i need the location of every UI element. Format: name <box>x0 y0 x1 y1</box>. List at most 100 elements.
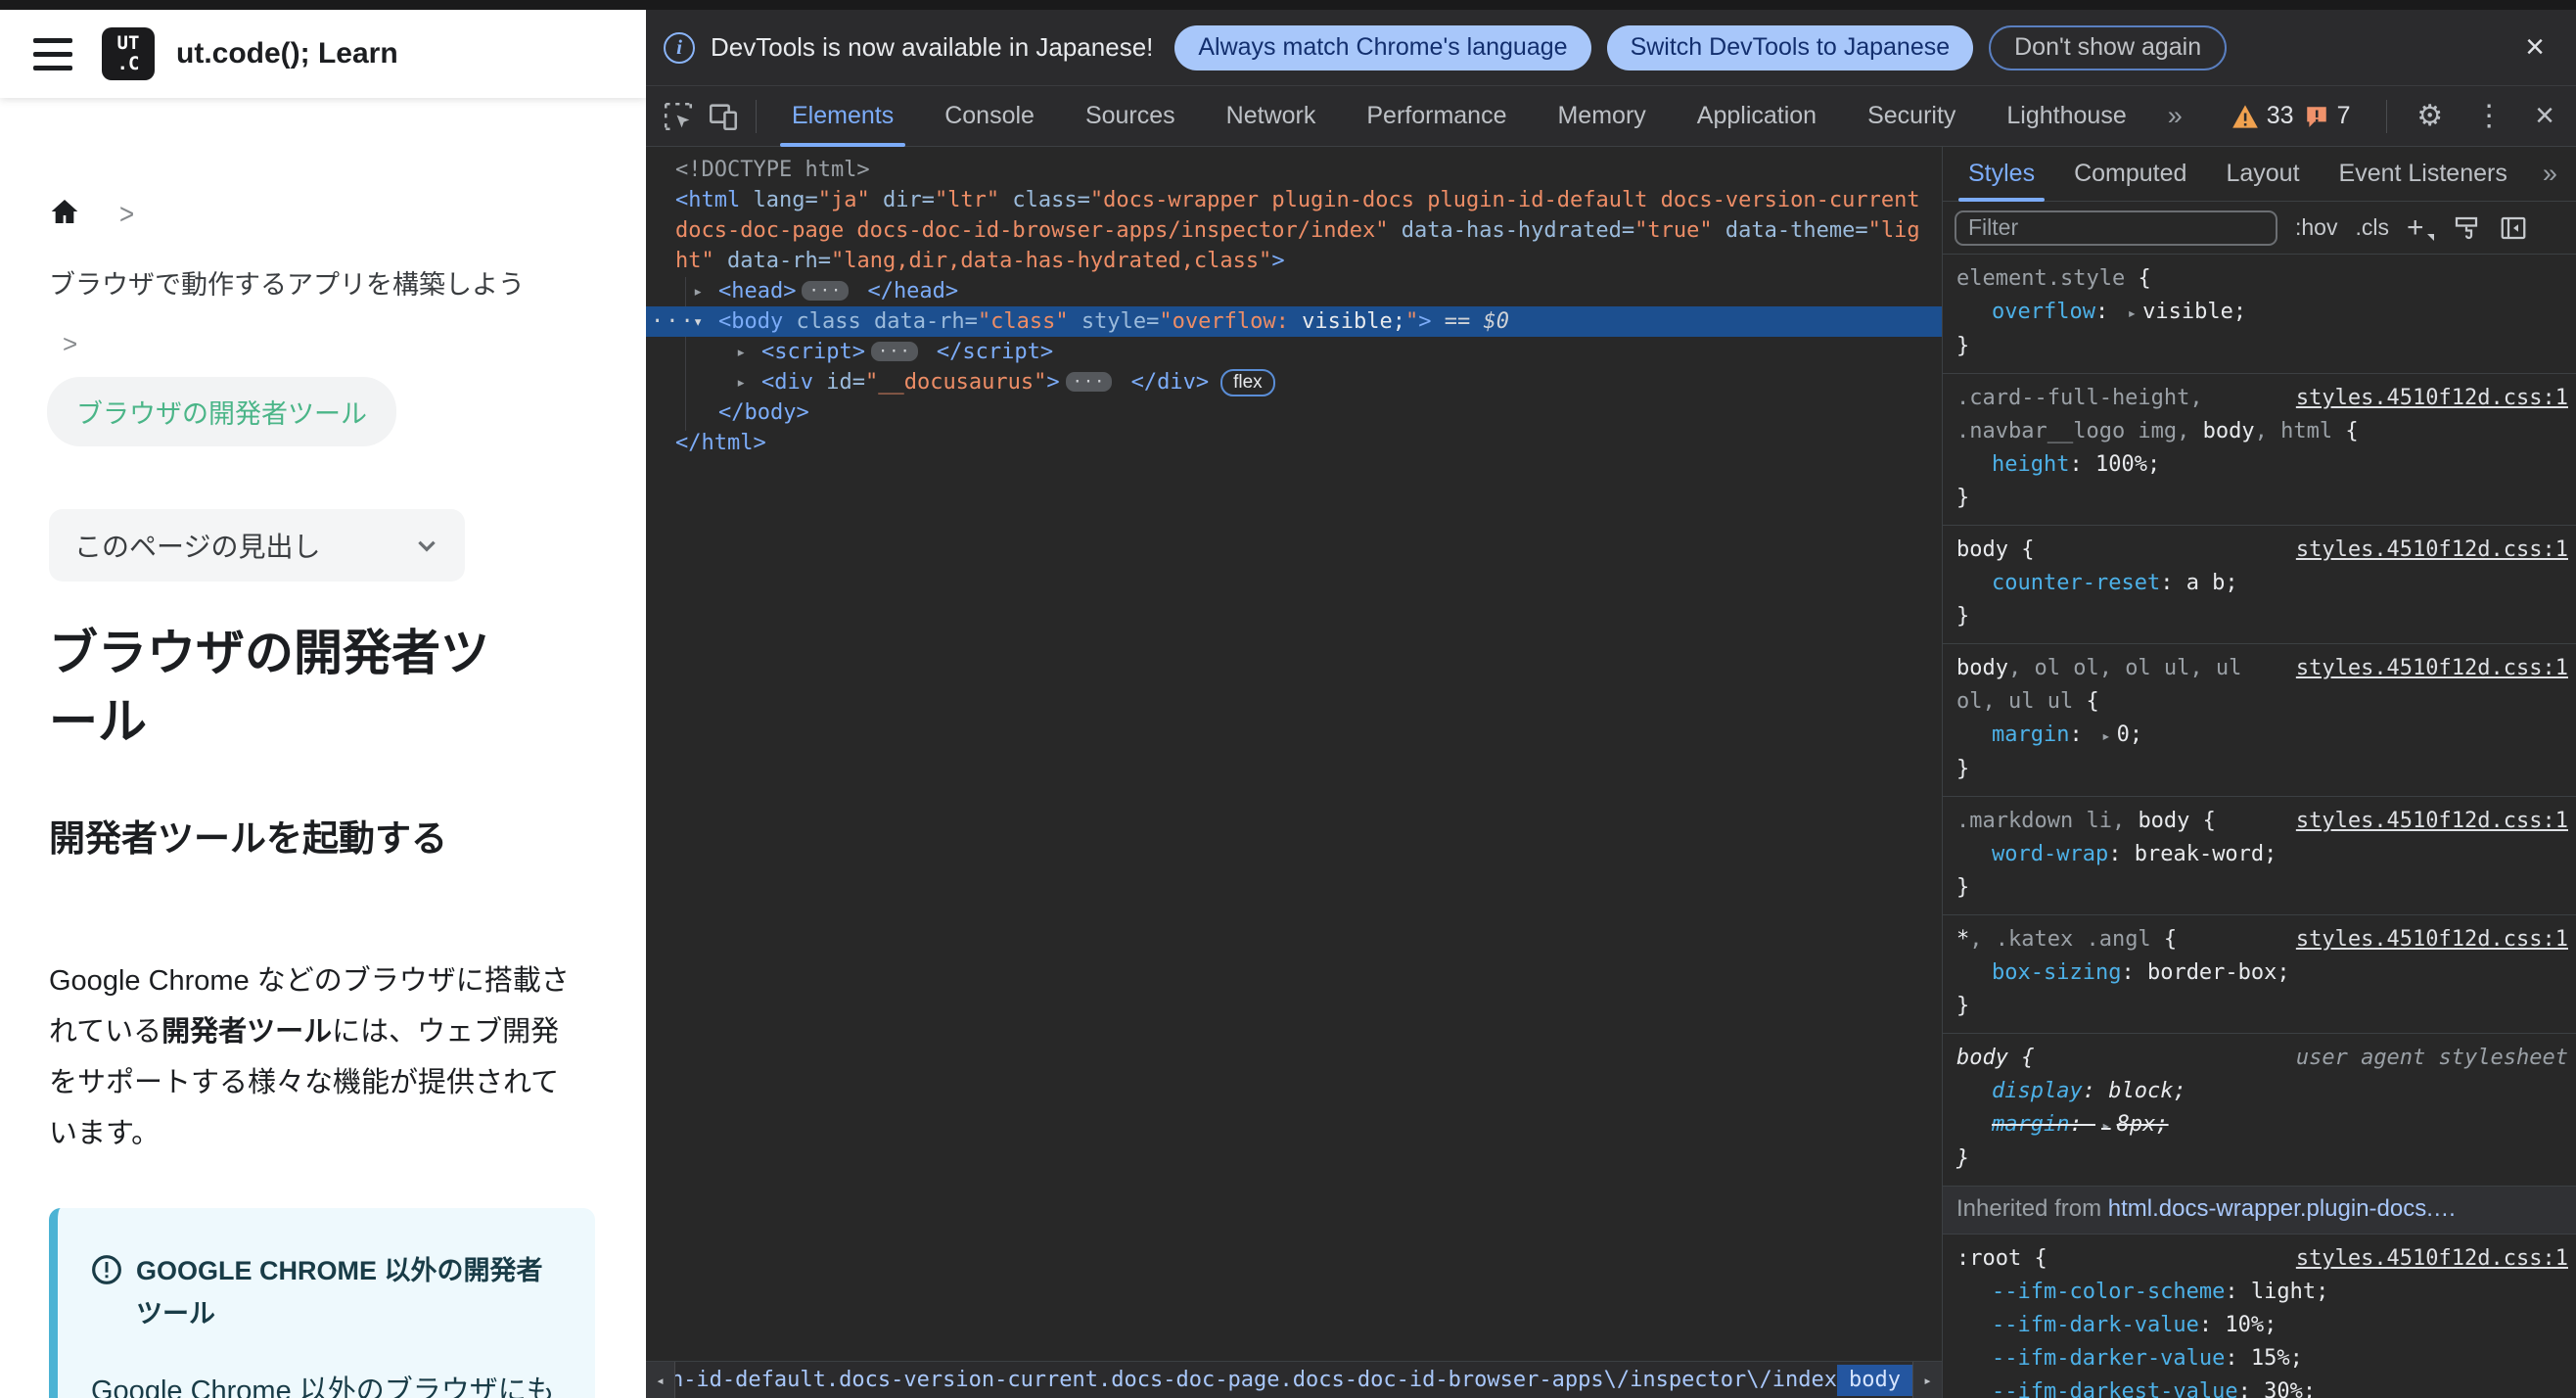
css-declaration[interactable]: --ifm-darker-value: 15%; <box>1956 1342 2568 1375</box>
kebab-menu-icon[interactable]: ⋮ <box>2462 99 2515 133</box>
tab-lighthouse[interactable]: Lighthouse <box>1981 86 2151 147</box>
logo-text-bottom: .C <box>116 53 140 74</box>
sidebar-tab-layout[interactable]: Layout <box>2206 147 2319 202</box>
tab-sources[interactable]: Sources <box>1060 86 1201 147</box>
issues-count[interactable]: 7 <box>2304 102 2350 130</box>
caret-collapsed-icon[interactable]: ▸ <box>693 277 703 307</box>
new-style-rule-icon[interactable]: + <box>2407 211 2434 245</box>
css-rule: user agent stylesheet body {display: bloc… <box>1943 1034 2576 1187</box>
toggle-hover-state[interactable]: :hov <box>2295 214 2337 241</box>
css-declaration[interactable]: margin: ▸ 8px; <box>1956 1108 2568 1142</box>
toc-toggle[interactable]: このページの見出し <box>49 509 465 582</box>
more-tabs-icon[interactable]: » <box>2152 101 2198 131</box>
code-segment: </head> <box>854 279 959 303</box>
code-segment: <!DOCTYPE html> <box>675 158 870 182</box>
warnings-count[interactable]: 33 <box>2231 102 2294 130</box>
doc-paragraph: Google Chrome などのブラウザに搭載されている開発者ツールには、ウェ… <box>49 965 570 1149</box>
dom-node[interactable]: ▸ <head> ··· </head> <box>646 276 1942 306</box>
breadcrumb-forward-icon[interactable]: ▸ <box>1912 1362 1942 1398</box>
tab-performance[interactable]: Performance <box>1341 86 1532 147</box>
breadcrumb-selected-node[interactable]: body <box>1837 1364 1912 1396</box>
css-rule: styles.4510f12d.css:1:root {--ifm-color-… <box>1943 1235 2576 1398</box>
dom-node-selected[interactable]: ··· ▾ <body class data-rh="class" style="o… <box>646 306 1942 337</box>
match-language-button[interactable]: Always match Chrome's language <box>1174 24 1591 70</box>
breadcrumb-current[interactable]: ブラウザの開発者ツール <box>47 377 396 446</box>
node-menu-icon[interactable]: ··· <box>651 306 696 337</box>
caret-collapsed-icon[interactable]: ▸ <box>736 368 746 398</box>
toolbar-separator <box>2386 99 2388 133</box>
tab-network[interactable]: Network <box>1201 86 1342 147</box>
dom-node[interactable]: </html> <box>646 428 1942 458</box>
tab-security[interactable]: Security <box>1842 86 1981 147</box>
code-segment: style= <box>1068 309 1160 334</box>
dom-node[interactable]: <html lang="ja" dir="ltr" class="docs-wr… <box>646 185 1942 276</box>
breadcrumb-link[interactable]: ブラウザで動作するアプリを構築しよう <box>49 263 597 302</box>
dom-node[interactable]: ▸ <script> ··· </script> <box>646 337 1942 367</box>
notification-close-icon[interactable]: × <box>2511 28 2558 67</box>
stylesheet-link[interactable]: styles.4510f12d.css:1 <box>2296 1242 2568 1276</box>
expand-inline-icon[interactable]: ··· <box>1065 372 1113 392</box>
switch-japanese-button[interactable]: Switch DevTools to Japanese <box>1606 24 1974 70</box>
stylesheet-link[interactable]: styles.4510f12d.css:1 <box>2296 382 2568 415</box>
devtools-close-icon[interactable]: × <box>2523 97 2566 135</box>
tab-console[interactable]: Console <box>919 86 1060 147</box>
stylesheet-link[interactable]: styles.4510f12d.css:1 <box>2296 652 2568 685</box>
css-declaration[interactable]: height: 100%; <box>1956 448 2568 482</box>
styles-filter-input[interactable] <box>1955 210 2277 246</box>
settings-gear-icon[interactable]: ⚙ <box>2405 99 2455 133</box>
collapse-panel-icon[interactable] <box>2499 213 2528 243</box>
code-segment: dir= <box>869 188 935 212</box>
css-declaration[interactable]: counter-reset: a b; <box>1956 567 2568 600</box>
code-segment: <html <box>675 188 741 212</box>
caret-expanded-icon[interactable]: ▾ <box>693 307 703 338</box>
css-declaration[interactable]: --ifm-darkest-value: 30%; <box>1956 1375 2568 1398</box>
dom-node[interactable]: ▸ <div id="__docusaurus"> ··· </div> flex <box>646 367 1942 397</box>
breadcrumb-back-icon[interactable]: ◂ <box>646 1362 675 1398</box>
device-toolbar-icon[interactable] <box>701 97 746 136</box>
css-declaration[interactable]: overflow: ▸ visible; <box>1956 296 2568 330</box>
code-segment: "overflow: <box>1159 309 1289 334</box>
code-segment: "true" <box>1634 218 1713 243</box>
tab-elements[interactable]: Elements <box>766 86 919 147</box>
expand-value-icon[interactable]: ▸ <box>2101 1116 2111 1135</box>
css-declaration[interactable]: --ifm-color-scheme: light; <box>1956 1276 2568 1309</box>
caret-collapsed-icon[interactable]: ▸ <box>736 338 746 368</box>
css-declaration[interactable]: box-sizing: border-box; <box>1956 956 2568 990</box>
code-segment: " <box>1405 309 1419 334</box>
dont-show-again-button[interactable]: Don't show again <box>1989 24 2228 70</box>
paintbrush-icon[interactable] <box>2452 213 2481 243</box>
breadcrumb-path[interactable]: plugin-id-default.docs-version-current.d… <box>675 1368 1837 1392</box>
flex-badge[interactable]: flex <box>1220 369 1275 396</box>
inspect-element-icon[interactable] <box>656 97 701 136</box>
expand-value-icon[interactable]: ▸ <box>2101 726 2111 745</box>
stylesheet-link[interactable]: styles.4510f12d.css:1 <box>2296 923 2568 956</box>
dom-node[interactable]: </body> <box>646 397 1942 428</box>
css-declaration[interactable]: display: block; <box>1956 1075 2568 1108</box>
sidebar-tab-event-listeners[interactable]: Event Listeners <box>2320 147 2527 202</box>
inherited-node-link[interactable]: html.docs-wrapper.plugin-docs.… <box>2108 1195 2457 1222</box>
home-icon[interactable] <box>49 196 80 232</box>
expand-value-icon[interactable]: ▸ <box>2127 303 2137 322</box>
expand-inline-icon[interactable]: ··· <box>870 342 918 361</box>
dom-node[interactable]: <!DOCTYPE html> <box>646 155 1942 185</box>
code-segment: "ltr" <box>934 188 1000 212</box>
toggle-element-class[interactable]: .cls <box>2355 214 2389 241</box>
hamburger-menu-icon[interactable] <box>33 37 72 70</box>
stylesheet-link[interactable]: styles.4510f12d.css:1 <box>2296 534 2568 567</box>
site-logo[interactable]: UT .C <box>102 27 155 80</box>
tab-memory[interactable]: Memory <box>1532 86 1671 147</box>
css-declaration[interactable]: word-wrap: break-word; <box>1956 838 2568 871</box>
code-segment: > <box>1046 370 1060 395</box>
code-segment: <body <box>718 309 784 334</box>
code-segment: data-rh= <box>860 309 978 334</box>
sidebar-tab-computed[interactable]: Computed <box>2054 147 2206 202</box>
css-declaration[interactable]: --ifm-dark-value: 10%; <box>1956 1309 2568 1342</box>
site-title[interactable]: ut.code(); Learn <box>176 37 398 70</box>
stylesheet-link[interactable]: styles.4510f12d.css:1 <box>2296 805 2568 838</box>
css-rule: styles.4510f12d.css:1 .card--full-height,… <box>1943 374 2576 526</box>
expand-inline-icon[interactable]: ··· <box>802 281 850 301</box>
sidebar-tab-styles[interactable]: Styles <box>1949 147 2054 202</box>
sidebar-more-tabs-icon[interactable]: » <box>2527 159 2573 189</box>
tab-application[interactable]: Application <box>1672 86 1842 147</box>
css-declaration[interactable]: margin: ▸ 0; <box>1956 719 2568 753</box>
